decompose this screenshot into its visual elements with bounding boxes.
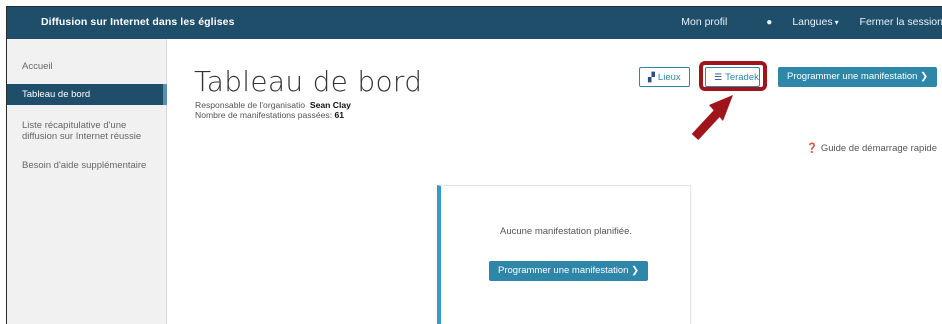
sidebar-item-dashboard[interactable]: Tableau de bord — [7, 84, 167, 105]
sidebar-item-label: Accueil — [22, 61, 53, 72]
top-nav: Mon profil ● Langues ▾ Fermer la session — [663, 16, 942, 28]
dashboard-meta: Responsable de l'organisatio Sean Clay N… — [195, 100, 351, 121]
sidebar-item-label-line2: diffusion sur Internet réussie — [22, 131, 142, 142]
pointer-arrow-icon — [691, 95, 733, 141]
empty-message: Aucune manifestation planifiée. — [499, 226, 633, 237]
app-frame: Diffusion sur Internet dans les églises … — [6, 6, 942, 324]
sidebar-item-home[interactable]: Accueil — [7, 61, 167, 72]
page-title: Tableau de bord — [194, 65, 423, 98]
help-circle-icon: ❓ — [806, 143, 819, 154]
caret-down-icon: ▾ — [834, 18, 839, 27]
chevron-right-icon: ❯ — [631, 265, 640, 276]
chevron-right-icon: ❯ — [920, 71, 929, 82]
guide-label: Guide de démarrage rapide — [820, 143, 937, 154]
languages-label: Langues — [792, 16, 833, 28]
languages-dropdown[interactable]: ● Langues ▾ — [748, 16, 838, 28]
top-navbar: Diffusion sur Internet dans les églises … — [7, 7, 942, 39]
past-events-label: Nombre de manifestations passées: — [195, 109, 333, 120]
brand-title[interactable]: Diffusion sur Internet dans les églises — [41, 16, 235, 28]
sidebar-item-checklist[interactable]: Liste récapitulative d'une diffusion sur… — [7, 120, 167, 142]
schedule-event-button[interactable]: Programmer une manifestation ❯ — [778, 67, 938, 87]
schedule-label: Programmer une manifestation — [787, 71, 918, 82]
past-events-count: 61 — [334, 109, 345, 120]
organizer-name: Sean Clay — [309, 100, 351, 110]
profile-link[interactable]: Mon profil — [681, 16, 727, 28]
sidebar-item-label-line1: Liste récapitulative d'une — [22, 120, 127, 131]
past-events-line: Nombre de manifestations passées: 61 — [195, 109, 351, 121]
quick-start-guide-link[interactable]: ❓ Guide de démarrage rapide — [806, 143, 937, 154]
venues-button[interactable]: ▞ Lieux — [639, 67, 690, 87]
empty-events-card: Aucune manifestation planifiée. Programm… — [437, 185, 691, 324]
logout-link[interactable]: Fermer la session — [860, 16, 942, 28]
organizer-label: Responsable de l'organisatio — [195, 100, 306, 110]
globe-icon: ● — [766, 17, 773, 28]
sidebar-item-label: Tableau de bord — [22, 89, 91, 100]
main-content: Tableau de bord Responsable de l'organis… — [167, 39, 942, 324]
sidebar: Accueil Tableau de bord Liste récapitula… — [7, 39, 167, 324]
schedule-event-button-secondary[interactable]: Programmer une manifestation ❯ — [489, 261, 649, 281]
sidebar-item-label: Besoin d'aide supplémentaire — [22, 160, 147, 171]
venues-label: Lieux — [657, 72, 681, 83]
sidebar-item-help[interactable]: Besoin d'aide supplémentaire — [7, 160, 167, 171]
map-icon: ▞ — [648, 72, 655, 82]
highlight-box — [699, 61, 767, 91]
schedule-label: Programmer une manifestation — [498, 265, 629, 276]
